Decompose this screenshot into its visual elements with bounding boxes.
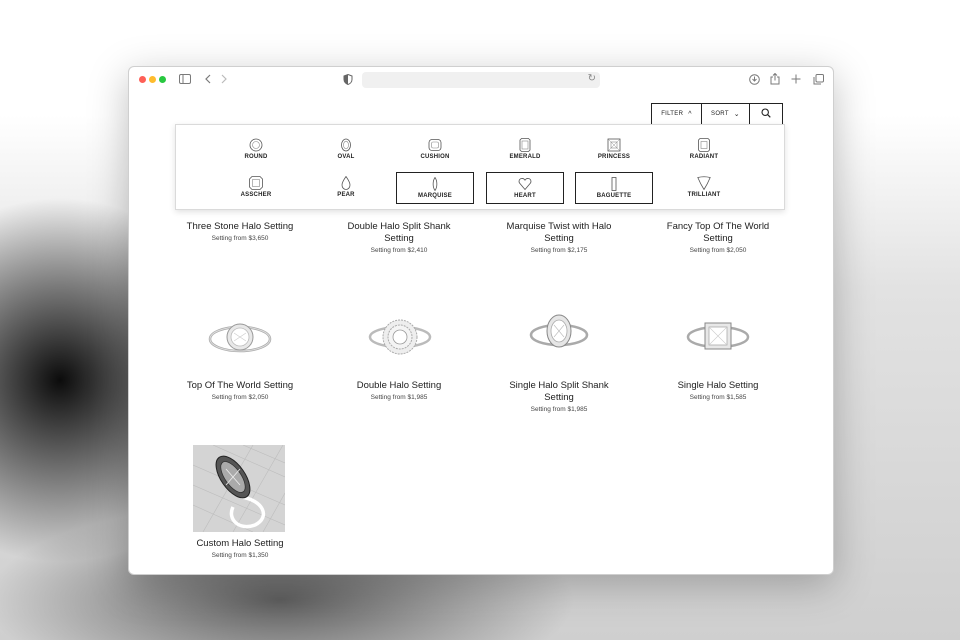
- product-card[interactable]: Double Halo Setting Setting from $1,985: [334, 380, 464, 401]
- search-icon: [761, 107, 771, 121]
- product-price: Setting from $1,985: [530, 406, 588, 413]
- product-name[interactable]: Fancy Top Of The World Setting: [653, 221, 783, 245]
- product-name[interactable]: Three Stone Halo Setting: [175, 221, 305, 233]
- product-name[interactable]: Double Halo Split Shank Setting: [334, 221, 464, 245]
- product-price: Setting from $3,650: [211, 235, 269, 242]
- filter-button[interactable]: FILTER ^: [652, 104, 702, 124]
- filter-label: FILTER: [661, 111, 684, 117]
- shape-label: OVAL: [337, 154, 355, 160]
- shape-option-cushion[interactable]: CUSHION: [396, 134, 474, 166]
- shape-option-emerald[interactable]: EMERALD: [486, 134, 564, 166]
- shape-label: PEAR: [337, 192, 355, 198]
- forward-icon[interactable]: [217, 72, 231, 86]
- trilliant-diamond-icon: [697, 176, 711, 190]
- shape-label: EMERALD: [509, 154, 541, 160]
- product-card[interactable]: Fancy Top Of The World Setting Setting f…: [653, 221, 783, 254]
- product-card[interactable]: Double Halo Split Shank Setting Setting …: [334, 221, 464, 254]
- heart-diamond-icon: [518, 177, 532, 191]
- product-name[interactable]: Custom Halo Setting: [175, 538, 305, 550]
- baguette-diamond-icon: [607, 177, 621, 191]
- shape-option-trilliant[interactable]: TRILLIANT: [665, 172, 743, 204]
- emerald-diamond-icon: [518, 138, 532, 152]
- radiant-diamond-icon: [697, 138, 711, 152]
- product-name[interactable]: Marquise Twist with Halo Setting: [494, 221, 624, 245]
- shape-label: PRINCESS: [597, 154, 631, 160]
- new-tab-icon[interactable]: [789, 72, 803, 86]
- ring-image-single-halo-split-shank[interactable]: [524, 303, 594, 367]
- share-icon[interactable]: [768, 72, 782, 86]
- princess-diamond-icon: [607, 138, 621, 152]
- product-card[interactable]: Single Halo Setting Setting from $1,585: [653, 380, 783, 401]
- chevron-down-icon: ⌄: [733, 111, 740, 118]
- minimize-window-button[interactable]: [149, 76, 156, 83]
- product-price: Setting from $2,175: [530, 247, 588, 254]
- ring-image-double-halo[interactable]: [365, 305, 435, 367]
- round-diamond-icon: [249, 138, 263, 152]
- ring-image-top-of-the-world[interactable]: [205, 305, 275, 367]
- product-card[interactable]: Single Halo Split Shank Setting Setting …: [494, 380, 624, 413]
- product-name[interactable]: Single Halo Setting: [653, 380, 783, 392]
- address-bar[interactable]: ↻: [362, 72, 600, 88]
- close-window-button[interactable]: [139, 76, 146, 83]
- shape-label: HEART: [514, 193, 536, 199]
- ring-image-custom-halo[interactable]: [193, 445, 285, 532]
- cushion-diamond-icon: [428, 138, 442, 152]
- shape-option-round[interactable]: ROUND: [217, 134, 295, 166]
- sort-button[interactable]: SORT ⌄: [702, 104, 750, 124]
- reload-icon[interactable]: ↻: [588, 73, 596, 84]
- marquise-diamond-icon: [428, 177, 442, 191]
- product-price: Setting from $1,985: [370, 394, 428, 401]
- browser-toolbar: ↻: [129, 67, 833, 93]
- shield-icon[interactable]: [341, 72, 355, 86]
- shape-label: ASSCHER: [240, 192, 272, 198]
- product-name[interactable]: Single Halo Split Shank Setting: [494, 380, 624, 404]
- product-price: Setting from $2,050: [689, 247, 747, 254]
- oval-diamond-icon: [339, 138, 353, 152]
- pear-diamond-icon: [339, 176, 353, 190]
- product-card[interactable]: Custom Halo Setting Setting from $1,350: [175, 538, 305, 559]
- shape-option-princess[interactable]: PRINCESS: [575, 134, 653, 166]
- product-price: Setting from $2,410: [370, 247, 428, 254]
- product-price: Setting from $1,585: [689, 394, 747, 401]
- shape-option-heart[interactable]: HEART: [486, 172, 564, 204]
- sidebar-icon[interactable]: [178, 72, 192, 86]
- zoom-window-button[interactable]: [159, 76, 166, 83]
- product-card[interactable]: Top Of The World Setting Setting from $2…: [175, 380, 305, 401]
- product-price: Setting from $2,050: [211, 394, 269, 401]
- shape-label: TRILLIANT: [687, 192, 721, 198]
- shape-option-oval[interactable]: OVAL: [307, 134, 385, 166]
- shape-option-pear[interactable]: PEAR: [307, 172, 385, 204]
- product-card[interactable]: Marquise Twist with Halo Setting Setting…: [494, 221, 624, 254]
- product-card[interactable]: Three Stone Halo Setting Setting from $3…: [175, 221, 305, 242]
- back-icon[interactable]: [201, 72, 215, 86]
- shape-option-marquise[interactable]: MARQUISE: [396, 172, 474, 204]
- shape-label: RADIANT: [689, 154, 719, 160]
- shape-option-radiant[interactable]: RADIANT: [665, 134, 743, 166]
- shape-label: MARQUISE: [418, 193, 452, 199]
- product-name[interactable]: Double Halo Setting: [334, 380, 464, 392]
- product-price: Setting from $1,350: [211, 552, 269, 559]
- shape-option-baguette[interactable]: BAGUETTE: [575, 172, 653, 204]
- filter-sort-controls: FILTER ^ SORT ⌄: [651, 103, 783, 125]
- browser-window: ↻ FILTER ^ SORT ⌄ ROUND OVAL CUSHION EME…: [128, 66, 834, 575]
- chevron-up-icon: ^: [688, 110, 692, 118]
- sort-label: SORT: [711, 111, 729, 117]
- diamond-shape-filter-panel: ROUND OVAL CUSHION EMERALD PRINCESS RADI…: [175, 124, 785, 210]
- search-button[interactable]: [750, 104, 782, 124]
- ring-image-single-halo[interactable]: [683, 305, 753, 367]
- product-name[interactable]: Top Of The World Setting: [175, 380, 305, 392]
- asscher-diamond-icon: [249, 176, 263, 190]
- shape-label: BAGUETTE: [596, 193, 632, 199]
- shape-label: ROUND: [244, 154, 268, 160]
- tabs-icon[interactable]: [811, 72, 825, 86]
- shape-label: CUSHION: [420, 154, 450, 160]
- shape-option-asscher[interactable]: ASSCHER: [217, 172, 295, 204]
- download-icon[interactable]: [747, 72, 761, 86]
